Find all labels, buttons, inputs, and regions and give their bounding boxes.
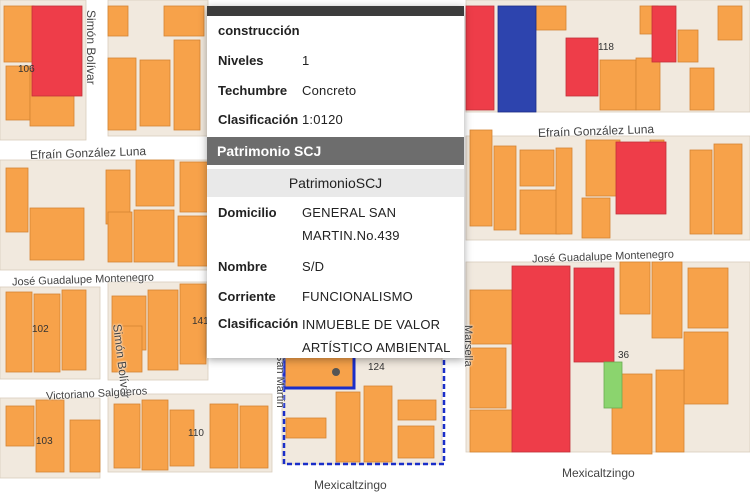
parcel-built[interactable] bbox=[177, 215, 211, 267]
parcel-built[interactable] bbox=[581, 197, 611, 239]
parcel-built[interactable] bbox=[139, 59, 171, 127]
street-simon-bolivar-top: Simón Bolívar bbox=[84, 10, 98, 85]
parcel-built[interactable] bbox=[61, 289, 87, 371]
parcel-built[interactable] bbox=[5, 405, 35, 447]
parcel-built[interactable] bbox=[107, 57, 137, 131]
parcel-number: 102 bbox=[32, 324, 49, 335]
niveles-label: Niveles bbox=[218, 53, 264, 68]
street-san-martin: San Martín bbox=[274, 354, 286, 408]
parcel-built[interactable] bbox=[107, 5, 129, 37]
parcel-built[interactable] bbox=[397, 425, 435, 459]
parcel-built[interactable] bbox=[655, 369, 685, 453]
parcel-green[interactable] bbox=[603, 361, 623, 409]
parcel-built[interactable] bbox=[519, 149, 555, 187]
parcel-built[interactable] bbox=[133, 209, 175, 263]
parcel-built[interactable] bbox=[363, 385, 393, 463]
parcel-high-value[interactable] bbox=[615, 141, 667, 215]
patrimonio-subheader: PatrimonioSCJ bbox=[207, 169, 464, 197]
parcel-built[interactable] bbox=[173, 39, 201, 131]
street-mexicaltzingo-right: Mexicaltzingo bbox=[562, 466, 635, 480]
domicilio-label: Domicilio bbox=[218, 205, 277, 220]
parcel-built[interactable] bbox=[651, 261, 683, 339]
domicilio-value: GENERAL SAN MARTIN.No.439 bbox=[302, 205, 400, 243]
parcel-number: 110 bbox=[188, 428, 204, 439]
clasificacion-patrimonio-label: Clasificación bbox=[218, 316, 299, 331]
parcel-built[interactable] bbox=[469, 347, 507, 409]
parcel-high-value[interactable] bbox=[465, 5, 495, 111]
parcel-built[interactable] bbox=[619, 261, 651, 315]
corriente-label: Corriente bbox=[218, 289, 276, 304]
parcel-high-value[interactable] bbox=[573, 267, 615, 363]
nombre-label: Nombre bbox=[218, 259, 268, 274]
clasificacion-patrimonio-value: INMUEBLE DE VALOR ARTÍSTICO AMBIENTAL bbox=[302, 317, 451, 355]
clasificacion-value: 1:0120 bbox=[302, 112, 343, 127]
parcel-built[interactable] bbox=[147, 289, 179, 371]
parcel-built[interactable] bbox=[469, 129, 493, 227]
feature-info-popup[interactable]: construcción Niveles 1 Techumbre Concret… bbox=[207, 6, 464, 358]
map-canvas[interactable]: Simón Bolívar Simón Bolívar Efraín Gonzá… bbox=[0, 0, 750, 500]
patrimonio-header: Patrimonio SCJ bbox=[207, 137, 464, 165]
parcel-built[interactable] bbox=[493, 145, 517, 231]
parcel-built[interactable] bbox=[239, 405, 269, 469]
corriente-value: FUNCIONALISMO bbox=[302, 289, 413, 304]
parcel-built[interactable] bbox=[113, 403, 141, 469]
parcel-built[interactable] bbox=[713, 143, 743, 235]
parcel-built[interactable] bbox=[635, 57, 661, 111]
parcel-special[interactable] bbox=[497, 5, 537, 113]
parcel-built[interactable] bbox=[599, 59, 637, 111]
parcel-built[interactable] bbox=[519, 189, 561, 235]
parcel-built[interactable] bbox=[209, 403, 239, 469]
parcel-built[interactable] bbox=[677, 29, 699, 63]
street-mexicaltzingo-bottom: Mexicaltzingo bbox=[314, 478, 387, 492]
techumbre-value: Concreto bbox=[302, 83, 357, 98]
parcel-built[interactable] bbox=[469, 289, 515, 345]
construccion-label: construcción bbox=[218, 23, 300, 38]
parcel-built[interactable] bbox=[717, 5, 743, 41]
parcel-number: 36 bbox=[618, 350, 630, 361]
nombre-value: S/D bbox=[302, 259, 325, 274]
parcel-high-value[interactable] bbox=[511, 265, 571, 453]
parcel-high-value[interactable] bbox=[31, 5, 83, 97]
parcel-built[interactable] bbox=[335, 391, 361, 463]
parcel-built[interactable] bbox=[69, 419, 101, 473]
parcel-built[interactable] bbox=[555, 147, 573, 235]
parcel-number: 106 bbox=[18, 64, 35, 75]
parcel-built[interactable] bbox=[683, 331, 729, 405]
selected-parcel[interactable] bbox=[282, 352, 356, 390]
parcel-built[interactable] bbox=[689, 149, 713, 235]
parcel-built[interactable] bbox=[163, 5, 205, 37]
parcel-high-value[interactable] bbox=[651, 5, 677, 63]
parcel-number: 103 bbox=[36, 436, 53, 447]
parcel-built[interactable] bbox=[3, 5, 35, 63]
parcel-built[interactable] bbox=[687, 267, 729, 329]
niveles-value: 1 bbox=[302, 53, 310, 68]
location-marker-icon[interactable] bbox=[332, 368, 340, 376]
parcel-built[interactable] bbox=[689, 67, 715, 111]
parcel-built[interactable] bbox=[135, 159, 175, 207]
parcel-built[interactable] bbox=[29, 207, 85, 261]
clasificacion-label: Clasificación bbox=[218, 112, 299, 127]
parcel-built[interactable] bbox=[535, 5, 567, 31]
popup-top-bar bbox=[207, 6, 464, 16]
parcel-number: 124 bbox=[368, 362, 385, 373]
parcel-built[interactable] bbox=[285, 417, 327, 439]
parcel-number: 118 bbox=[598, 42, 614, 53]
parcel-built[interactable] bbox=[5, 291, 33, 373]
parcel-built[interactable] bbox=[107, 211, 133, 263]
parcel-built[interactable] bbox=[141, 399, 169, 471]
parcel-built[interactable] bbox=[179, 161, 211, 213]
parcel-built[interactable] bbox=[397, 399, 437, 421]
parcel-built[interactable] bbox=[5, 167, 29, 233]
parcel-built[interactable] bbox=[469, 409, 513, 453]
parcel-high-value[interactable] bbox=[565, 37, 599, 97]
techumbre-label: Techumbre bbox=[218, 83, 288, 98]
parcel-built[interactable] bbox=[585, 139, 621, 197]
